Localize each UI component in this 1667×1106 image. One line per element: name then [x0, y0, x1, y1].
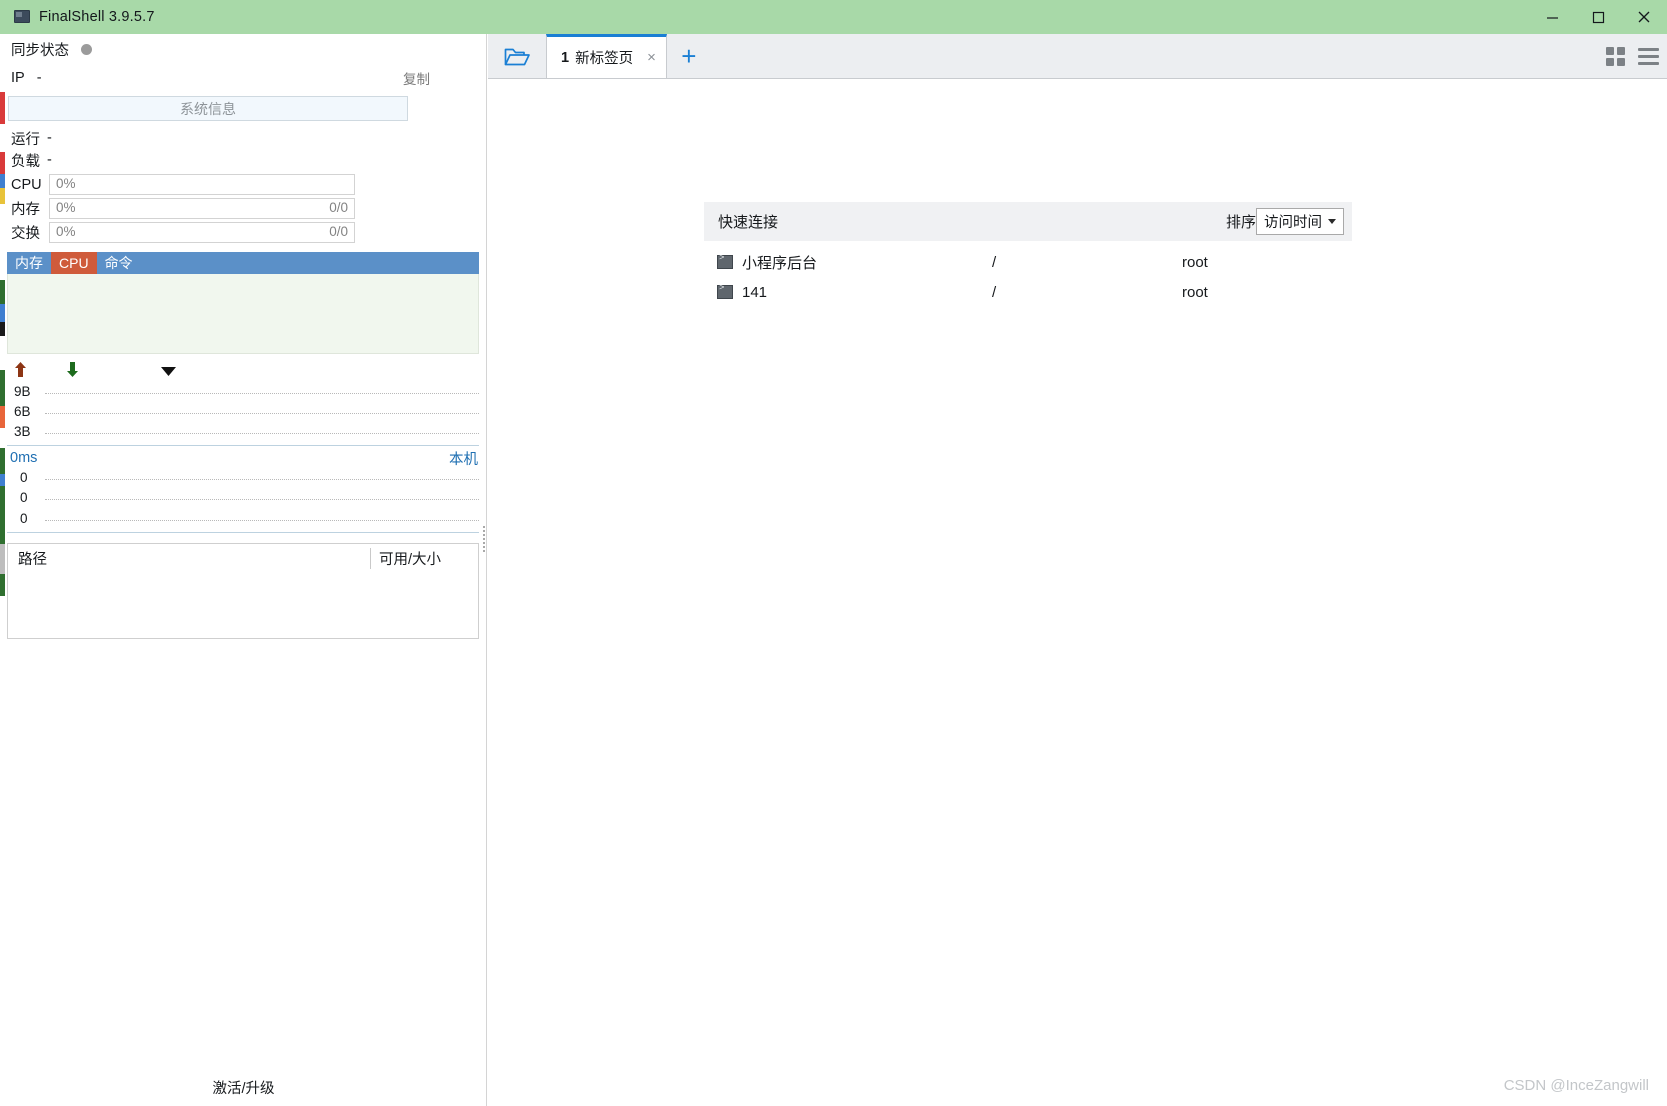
cpu-meter-label: CPU [11, 176, 42, 193]
sort-select-value: 访问时间 [1264, 215, 1322, 231]
cpu-meter-percent: 0% [56, 176, 76, 191]
swap-meter-percent: 0% [56, 224, 76, 239]
system-info-button[interactable]: 系统信息 [8, 96, 408, 121]
swap-meter-detail: 0/0 [329, 224, 348, 239]
window-title: FinalShell 3.9.5.7 [39, 9, 155, 25]
minimize-button[interactable] [1529, 0, 1575, 34]
sync-status-row: 同步状态 [0, 34, 486, 65]
memory-meter-row: 内存 0% 0/0 [0, 198, 486, 219]
ping-host-label[interactable]: 本机 [449, 448, 478, 469]
swap-meter: 0% 0/0 [49, 222, 355, 243]
open-folder-icon[interactable] [488, 34, 546, 78]
process-col-memory[interactable]: 内存 [7, 252, 51, 274]
quick-connect-row[interactable]: 141 / root [704, 277, 1352, 307]
process-col-cpu[interactable]: CPU [51, 252, 97, 274]
memory-meter: 0% 0/0 [49, 198, 355, 219]
memory-meter-percent: 0% [56, 200, 76, 215]
quick-connect-panel: 快速连接 排序 访问时间 小程序后台 / root 141 / [704, 202, 1352, 307]
connection-user: root [1182, 283, 1208, 301]
memory-meter-label: 内存 [11, 202, 40, 218]
connection-path: / [992, 283, 997, 301]
disk-panel[interactable]: 路径 可用/大小 [7, 543, 479, 639]
uptime-value: - [47, 130, 52, 146]
load-value: - [47, 152, 52, 168]
ip-value: - [36, 70, 42, 86]
chevron-down-icon [1328, 219, 1336, 224]
ping-y-label-3: 0 [20, 511, 28, 526]
ping-value: 0ms [10, 450, 38, 466]
watermark: CSDN @InceZangwill [1503, 1077, 1649, 1094]
disk-table-header: 路径 可用/大小 [8, 544, 478, 572]
disk-col-path: 路径 [18, 551, 47, 568]
window-controls [1529, 0, 1667, 34]
network-interface-dropdown[interactable] [161, 363, 176, 381]
add-tab-button[interactable]: + [667, 34, 711, 78]
tab-close-icon[interactable]: × [647, 50, 656, 65]
network-graph-toolbar [7, 361, 479, 383]
network-graph: 9B 6B 3B [7, 383, 479, 441]
quick-connect-list: 小程序后台 / root 141 / root [704, 241, 1352, 307]
connection-name: 小程序后台 [742, 254, 818, 272]
workspace: 同步状态 IP - 复制 系统信息 运行 - 负载 - CPU 0% 内存 0%… [0, 34, 1667, 1106]
hamburger-menu-icon[interactable] [1638, 47, 1659, 65]
cpu-meter: 0% [49, 174, 355, 195]
arrow-down-icon [66, 362, 79, 382]
sort-label: 排序 [1225, 214, 1256, 231]
maximize-button[interactable] [1575, 0, 1621, 34]
uptime-row: 运行 - [0, 127, 486, 149]
app-icon [14, 10, 30, 24]
sync-status-label: 同步状态 [11, 43, 69, 59]
process-table-header: 内存 CPU 命令 [7, 252, 479, 274]
ping-y-label-2: 0 [20, 490, 28, 505]
disk-col-size: 可用/大小 [370, 547, 478, 569]
process-table-body[interactable] [7, 274, 479, 354]
sync-status-indicator [81, 44, 92, 55]
sort-select[interactable]: 访问时间 [1256, 208, 1344, 235]
swap-meter-row: 交换 0% 0/0 [0, 222, 486, 243]
memory-meter-detail: 0/0 [329, 200, 348, 215]
ping-header: 0ms 本机 [7, 446, 479, 470]
tab-new-tab[interactable]: 1 新标签页 × [546, 34, 667, 78]
network-y-label-1: 9B [14, 384, 31, 399]
process-col-command[interactable]: 命令 [97, 252, 141, 274]
network-y-label-3: 3B [14, 424, 31, 439]
status-edge-strip [0, 34, 5, 1106]
main-pane: 1 新标签页 × + 快速连接 排序 访问时间 > 小程序后台 / root >… [488, 34, 1667, 1106]
connection-name: 141 [742, 283, 768, 301]
uptime-label: 运行 [11, 131, 40, 148]
close-button[interactable] [1621, 0, 1667, 34]
swap-meter-label: 交换 [11, 226, 40, 242]
quick-connect-header: 快速连接 排序 访问时间 [704, 202, 1352, 241]
connection-user: root [1182, 253, 1208, 271]
quick-connect-row[interactable]: 小程序后台 / root [704, 247, 1352, 277]
arrow-up-icon [14, 362, 27, 382]
ping-graph: 0 0 0 [7, 470, 479, 528]
quick-connect-title: 快速连接 [718, 214, 779, 231]
ping-y-label-1: 0 [20, 470, 28, 485]
load-row: 负载 - [0, 149, 486, 171]
ping-divider [7, 532, 479, 533]
terminal-icon [717, 283, 733, 299]
tab-label: 新标签页 [575, 51, 634, 67]
terminal-icon [717, 253, 733, 269]
ip-row: IP - 复制 [0, 65, 486, 91]
title-bar: FinalShell 3.9.5.7 [0, 0, 1667, 34]
copy-ip-button[interactable]: 复制 [403, 68, 430, 88]
sidebar: 同步状态 IP - 复制 系统信息 运行 - 负载 - CPU 0% 内存 0%… [0, 34, 487, 1106]
connection-path: / [992, 253, 997, 271]
tab-bar: 1 新标签页 × + [488, 34, 1667, 79]
ip-label: IP [11, 70, 25, 86]
tab-number: 1 [561, 49, 570, 66]
network-y-label-2: 6B [14, 404, 31, 419]
grid-view-icon[interactable] [1606, 46, 1625, 66]
activate-upgrade-link[interactable]: 激活/升级 [0, 1077, 487, 1098]
sidebar-splitter-handle[interactable] [480, 524, 487, 554]
tabbar-actions [1606, 34, 1659, 78]
load-label: 负载 [11, 153, 40, 170]
cpu-meter-row: CPU 0% [0, 174, 486, 195]
